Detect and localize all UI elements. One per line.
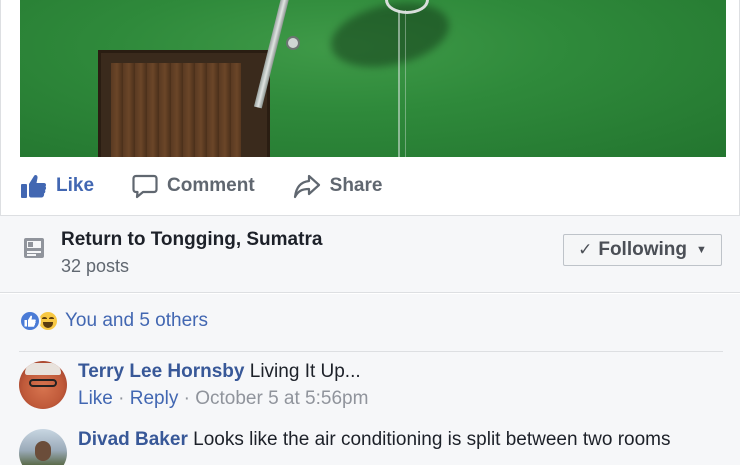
group-page-icon xyxy=(24,238,44,258)
comment-body: Terry Lee Hornsby Living It Up... Like ·… xyxy=(78,361,368,410)
comment-text: Living It Up... xyxy=(249,361,361,382)
thumbs-up-icon xyxy=(21,174,47,198)
share-arrow-icon xyxy=(293,174,320,199)
photo-cable xyxy=(398,10,400,157)
comment-text-line: Divad Baker Looks like the air condition… xyxy=(78,429,670,451)
photo-fan-shadow xyxy=(325,0,455,77)
share-button-label: Share xyxy=(329,175,383,196)
following-button[interactable]: ✓ Following ▼ xyxy=(563,234,722,266)
photo-cable xyxy=(405,10,406,157)
group-title[interactable]: Return to Tongging, Sumatra xyxy=(61,229,322,251)
comment-text-line: Terry Lee Hornsby Living It Up... xyxy=(78,361,368,383)
comment-meta: Like · Reply · October 5 at 5:56pm xyxy=(78,388,368,410)
reactions-summary-text[interactable]: You and 5 others xyxy=(65,310,208,332)
group-post-count: 32 posts xyxy=(61,256,130,276)
photo-door xyxy=(98,50,270,157)
caret-down-icon: ▼ xyxy=(696,244,707,256)
comment-body: Divad Baker Looks like the air condition… xyxy=(78,429,670,451)
post-card: Like Comment Share xyxy=(0,0,740,216)
comments-divider xyxy=(19,351,723,352)
following-button-label: Following xyxy=(598,239,687,260)
comment-item: Terry Lee Hornsby Living It Up... Like ·… xyxy=(19,361,723,413)
meta-separator: · xyxy=(118,388,130,409)
avatar[interactable] xyxy=(19,429,67,465)
meta-separator: · xyxy=(183,388,196,409)
check-icon: ✓ xyxy=(578,240,593,259)
comment-author[interactable]: Terry Lee Hornsby xyxy=(78,361,244,382)
like-reaction-icon xyxy=(19,310,41,332)
comment-reply-link[interactable]: Reply xyxy=(130,388,179,409)
avatar[interactable] xyxy=(19,361,67,409)
like-button[interactable]: Like xyxy=(20,173,94,199)
comment-bubble-icon xyxy=(132,174,158,199)
share-button[interactable]: Share xyxy=(293,173,383,199)
comment-text: Looks like the air conditioning is split… xyxy=(193,429,671,450)
comment-button-label: Comment xyxy=(167,175,255,196)
like-button-label: Like xyxy=(56,175,95,196)
comment-author[interactable]: Divad Baker xyxy=(78,429,188,450)
reactions-summary[interactable]: You and 5 others xyxy=(19,310,208,332)
comment-item: Divad Baker Looks like the air condition… xyxy=(19,429,723,465)
comment-timestamp[interactable]: October 5 at 5:56pm xyxy=(195,388,368,409)
post-photo[interactable] xyxy=(20,0,726,157)
photo-fan-knob xyxy=(286,36,300,50)
comment-button[interactable]: Comment xyxy=(132,173,255,199)
comment-like-link[interactable]: Like xyxy=(78,388,113,409)
post-action-bar: Like Comment Share xyxy=(20,168,420,204)
